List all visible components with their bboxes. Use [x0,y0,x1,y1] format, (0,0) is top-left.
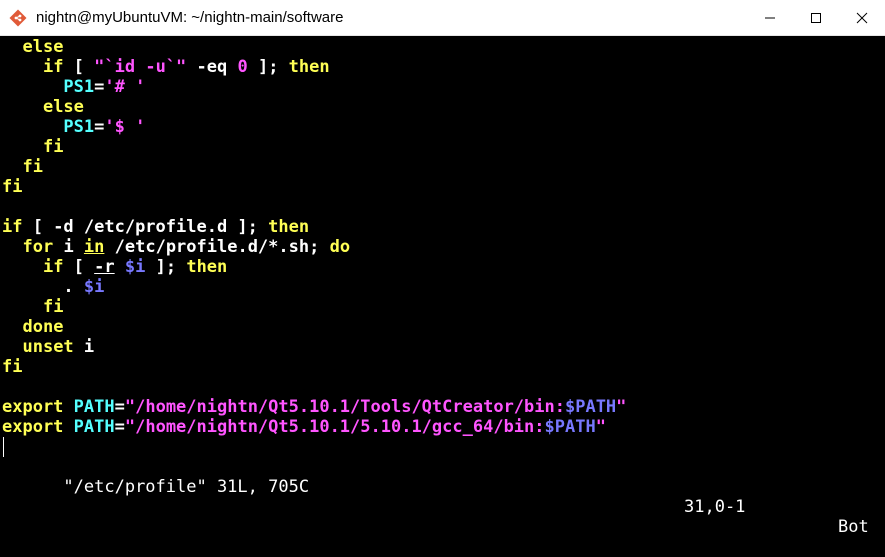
code-line: if [ "`id -u`" -eq 0 ]; then [2,57,330,77]
code-token: if [42,257,64,277]
code-line: fi [2,177,22,197]
code-token: export [2,397,64,417]
code-line: fi [2,357,22,377]
code-token: . [63,277,84,297]
code-token: done [22,317,64,337]
code-token: [ -d /etc/profile.d ]; [22,217,269,237]
code-line: if [ -r $i ]; then [2,257,227,277]
code-token: "/home/nightn/Qt5.10.1/Tools/QtCreator/b… [124,397,565,417]
code-token: -r [94,257,115,277]
code-token: if [2,217,23,237]
code-line: else [2,97,84,117]
code-line: if [ -d /etc/profile.d ]; then [2,217,309,237]
code-line: PS1='$ ' [2,117,145,137]
code-token: 0 [237,57,248,77]
code-line: fi [2,297,63,317]
code-token: fi [22,157,43,177]
code-token: PATH [73,397,115,417]
code-line: unset i [2,337,94,357]
code-token: fi [2,357,23,377]
code-token: for [22,237,54,257]
code-line: fi [2,157,43,177]
code-token: ]; [247,57,289,77]
code-line: done [2,317,63,337]
status-line: "/etc/profile" 31L, 705C 31,0-1 Bot [2,457,880,537]
title-bar[interactable]: nightn@myUbuntuVM: ~/nightn-main/softwar… [0,0,885,36]
code-token: = [114,417,125,437]
code-token: PS1 [63,117,95,137]
status-cursor-position: 31,0-1 [684,497,746,517]
code-token: = [94,117,105,137]
code-token: do [329,237,351,257]
code-token: " [595,417,606,437]
code-token: then [268,217,310,237]
code-token: -eq [186,57,238,77]
code-token: else [22,37,64,57]
code-token: '$ ' [104,117,146,137]
status-scroll-position: Bot [838,517,869,537]
code-token: PS1 [63,77,95,97]
code-token: export [2,417,64,437]
code-token: $PATH [564,397,617,417]
code-token: $i [83,277,105,297]
code-token: $i [124,257,146,277]
code-token: if [42,57,64,77]
code-token: /etc/profile.d/*.sh; [104,237,330,257]
code-token: fi [42,297,64,317]
code-line: export PATH="/home/nightn/Qt5.10.1/5.10.… [2,417,606,437]
code-token: i [73,337,95,357]
vim-editor[interactable]: else if [ "`id -u`" -eq 0 ]; then PS1='#… [0,36,885,537]
terminal-window: nightn@myUbuntuVM: ~/nightn-main/softwar… [0,0,885,537]
code-token: ]; [145,257,187,277]
status-file-info: "/etc/profile" 31L, 705C [63,477,310,497]
code-line: else [2,37,63,57]
code-token: '# ' [104,77,146,97]
code-line: fi [2,137,63,157]
maximize-icon[interactable] [793,0,839,36]
code-token: " [616,397,627,417]
code-token: "/home/nightn/Qt5.10.1/5.10.1/gcc_64/bin… [124,417,545,437]
text-cursor [3,437,4,457]
close-icon[interactable] [839,0,885,36]
git-icon [8,8,28,28]
code-token: then [288,57,330,77]
code-token: fi [42,137,64,157]
code-token: fi [2,177,23,197]
code-token: in [83,237,105,257]
code-line: PS1='# ' [2,77,145,97]
code-token: = [94,77,105,97]
code-token: PATH [73,417,115,437]
code-line: for i in /etc/profile.d/*.sh; do [2,237,350,257]
code-token: $PATH [544,417,596,437]
code-token: else [42,97,84,117]
code-token: "`id -u`" [94,57,187,77]
code-line: . $i [2,277,104,297]
code-token: then [186,257,228,277]
code-token: [ [63,257,95,277]
code-token: i [53,237,84,257]
window-controls [747,0,885,36]
code-token: unset [22,337,74,357]
code-token: = [114,397,125,417]
code-line: export PATH="/home/nightn/Qt5.10.1/Tools… [2,397,626,417]
code-token: [ [63,57,95,77]
window-title: nightn@myUbuntuVM: ~/nightn-main/softwar… [36,9,344,26]
minimize-icon[interactable] [747,0,793,36]
